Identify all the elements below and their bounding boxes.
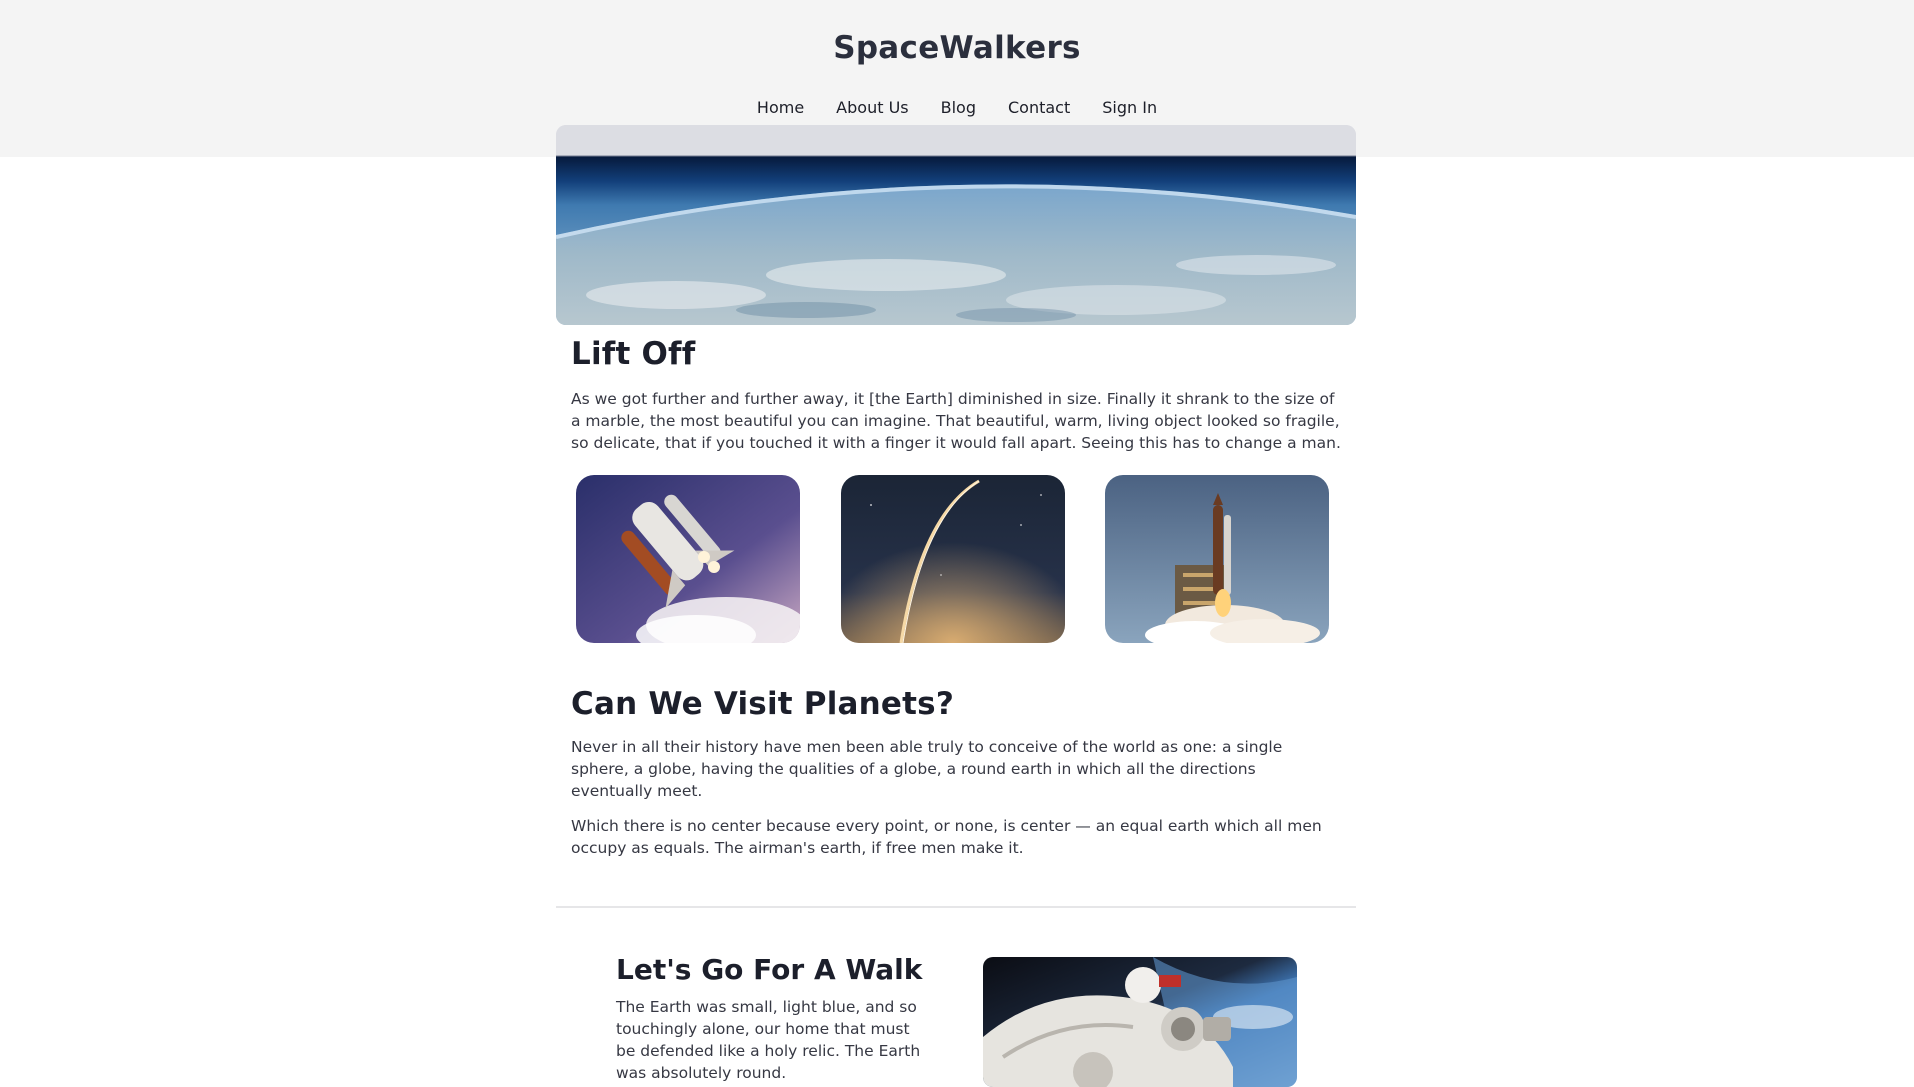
- walk-paragraph: The Earth was small, light blue, and so …: [616, 998, 921, 1082]
- nav-home[interactable]: Home: [757, 98, 804, 117]
- walk-heading: Let's Go For A Walk: [616, 953, 923, 986]
- section-divider: [556, 906, 1356, 908]
- lift-off-paragraph: As we got further and further away, it […: [571, 390, 1341, 452]
- planets-section: Can We Visit Planets? Never in all their…: [571, 686, 1341, 859]
- site-title[interactable]: SpaceWalkers: [0, 30, 1914, 66]
- nav-about-us[interactable]: About Us: [836, 98, 908, 117]
- rocket-trail-image: [841, 475, 1065, 643]
- image-gallery: [576, 475, 1332, 643]
- astronaut-image: [983, 957, 1297, 1087]
- planets-paragraph-1: Never in all their history have men been…: [571, 738, 1283, 800]
- lift-off-heading: Lift Off: [571, 336, 696, 372]
- lift-off-section: Lift Off As we got further and further a…: [571, 336, 1341, 454]
- earth-horizon-image: [556, 125, 1356, 325]
- planets-paragraph-2: Which there is no center because every p…: [571, 817, 1322, 857]
- nav-sign-in[interactable]: Sign In: [1102, 98, 1157, 117]
- space-shuttle-launch-image: [576, 475, 800, 643]
- nav-blog[interactable]: Blog: [941, 98, 976, 117]
- main-nav: Home About Us Blog Contact Sign In: [0, 98, 1914, 117]
- planets-heading: Can We Visit Planets?: [571, 686, 955, 722]
- nav-contact[interactable]: Contact: [1008, 98, 1070, 117]
- launch-pad-image: [1105, 475, 1329, 643]
